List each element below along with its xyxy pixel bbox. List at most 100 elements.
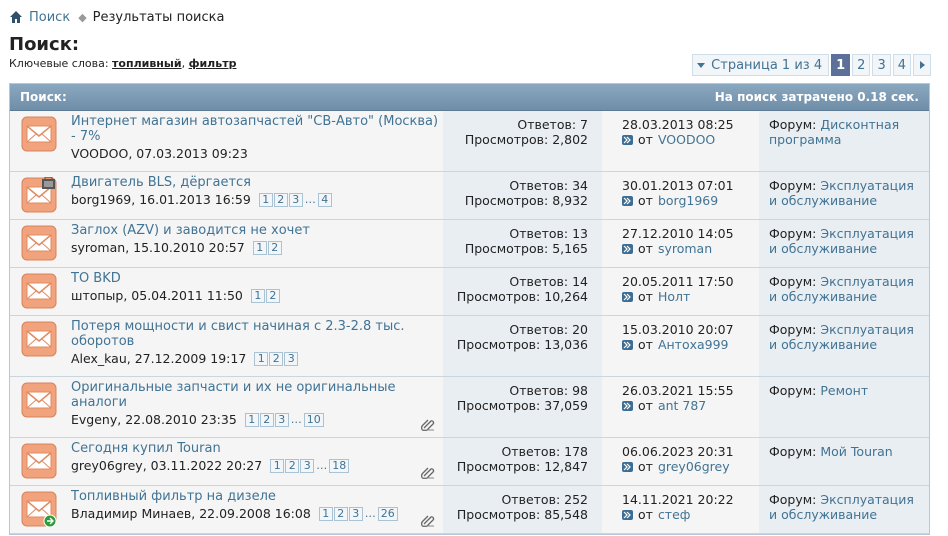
breadcrumb: Поиск ◆ Результаты поиска [9, 8, 224, 26]
keyword-2[interactable]: фильтр [189, 57, 237, 70]
thread-meta: grey06grey, 03.11.2022 20:27 1 2 3… 18 [71, 458, 439, 473]
thread-pages: 1 2 3… 18 [270, 458, 350, 473]
thread-last-page-link[interactable]: 4 [317, 192, 332, 207]
thread-title-link[interactable]: Интернет магазин автозапчастей "СВ-Авто"… [71, 114, 439, 144]
thread-title-cell: Заглох (AZV) и заводится не хочет syroman… [67, 220, 443, 267]
thread-meta: Evgeny, 22.08.2010 23:35 1 2 3… 10 [71, 412, 439, 427]
thread-author[interactable]: Evgeny [71, 412, 117, 427]
thread-page-link[interactable]: 2 [333, 506, 348, 521]
replies-count: 7 [580, 117, 588, 132]
next-page-button[interactable] [913, 54, 931, 76]
replies-count: 252 [564, 492, 588, 507]
last-post-cell: 26.03.2021 15:55 от ant 787 [602, 377, 759, 437]
goto-last-post-icon[interactable] [622, 509, 633, 520]
last-post-user-link[interactable]: grey06grey [658, 459, 730, 474]
last-post-user-link[interactable]: стеф [658, 507, 691, 522]
last-post-cell: 15.03.2010 20:07 от Антоха999 [602, 316, 759, 376]
last-post-user-link[interactable]: Антоха999 [658, 337, 729, 352]
thread-title-link[interactable]: ТО BKD [71, 271, 439, 286]
replies-label: Ответов: [509, 226, 569, 241]
last-post-date: 27.12.2010 14:05 [622, 226, 734, 241]
thread-date: 27.12.2009 19:17 [134, 351, 247, 366]
thread-author[interactable]: syroman [71, 240, 125, 255]
replies-count: 34 [572, 178, 588, 193]
envelope-icon [21, 116, 57, 156]
thread-author[interactable]: borg1969 [71, 192, 131, 207]
thread-row: Оригинальные запчасти и их не оригинальн… [10, 377, 929, 438]
thread-page-link[interactable]: 1 [250, 288, 265, 303]
home-icon[interactable] [9, 10, 23, 24]
thread-title-link[interactable]: Топливный фильтр на дизеле [71, 489, 439, 504]
goto-last-post-icon[interactable] [622, 400, 633, 411]
thread-title-cell: Интернет магазин автозапчастей "СВ-Авто"… [67, 111, 443, 171]
last-post-from-label: от [638, 132, 653, 147]
page-link-4[interactable]: 4 [892, 54, 911, 76]
last-post-user-link[interactable]: VOODOO [658, 132, 715, 147]
results-header: Поиск: На поиск затрачено 0.18 сек. [10, 84, 929, 111]
last-post-date: 14.11.2021 20:22 [622, 492, 734, 507]
breadcrumb-search-link[interactable]: Поиск [29, 10, 70, 25]
thread-date: 15.10.2010 20:57 [133, 240, 245, 255]
views-count: 13,036 [544, 337, 588, 352]
thread-author[interactable]: VOODOO [71, 146, 128, 161]
thread-last-page-link[interactable]: 26 [377, 506, 398, 521]
thread-status-cell [10, 268, 67, 315]
thread-date: 03.11.2022 20:27 [150, 458, 263, 473]
thread-last-page-link[interactable]: 10 [303, 412, 324, 427]
thread-page-link[interactable]: 3 [288, 192, 303, 207]
thread-page-link[interactable]: 2 [269, 351, 284, 366]
thread-page-link[interactable]: 1 [258, 192, 273, 207]
thread-last-page-link[interactable]: 18 [329, 458, 350, 473]
goto-last-post-icon[interactable] [622, 291, 633, 302]
last-post-date: 26.03.2021 15:55 [622, 383, 734, 398]
page-jump-dropdown[interactable]: Страница 1 из 4 [692, 54, 830, 76]
thread-page-link[interactable]: 2 [265, 288, 280, 303]
next-arrow-icon [919, 61, 925, 69]
thread-page-link[interactable]: 2 [285, 458, 300, 473]
last-post-user-link[interactable]: syroman [658, 241, 712, 256]
last-post-user-link[interactable]: ant 787 [658, 398, 706, 413]
last-post-from-label: от [638, 241, 653, 256]
goto-last-post-icon[interactable] [622, 461, 633, 472]
thread-page-link[interactable]: 1 [270, 458, 285, 473]
thread-page-link[interactable]: 2 [273, 192, 288, 207]
thread-meta: Alex_kau, 27.12.2009 19:17 1 2 3 [71, 351, 439, 366]
keyword-1[interactable]: топливный [112, 57, 182, 70]
goto-last-post-icon[interactable] [622, 243, 633, 254]
last-post-date: 28.03.2013 08:25 [622, 117, 734, 132]
goto-last-post-icon[interactable] [622, 195, 633, 206]
thread-title-link[interactable]: Потеря мощности и свист начиная с 2.3-2.… [71, 319, 439, 349]
thread-author[interactable]: штопыр [71, 288, 123, 303]
thread-pages: 1 2 3… 10 [244, 412, 324, 427]
forum-link[interactable]: Мой Touran [820, 444, 892, 459]
goto-last-post-icon[interactable] [622, 339, 633, 350]
thread-title-link[interactable]: Оригинальные запчасти и их не оригинальн… [71, 380, 439, 410]
thread-title-link[interactable]: Сегодня купил Touran [71, 441, 439, 456]
replies-count: 98 [572, 383, 588, 398]
thread-page-link[interactable]: 3 [284, 351, 299, 366]
thread-page-link[interactable]: 3 [300, 458, 315, 473]
goto-last-post-icon[interactable] [622, 134, 633, 145]
thread-author[interactable]: Alex_kau [71, 351, 127, 366]
thread-page-link[interactable]: 1 [318, 506, 333, 521]
thread-author[interactable]: Владимир Минаев [71, 506, 191, 521]
thread-page-link[interactable]: 1 [254, 351, 269, 366]
thread-title-link[interactable]: Двигатель BLS, дёргается [71, 175, 439, 190]
thread-page-link[interactable]: 2 [267, 240, 282, 255]
thread-page-link[interactable]: 3 [348, 506, 363, 521]
thread-title-link[interactable]: Заглох (AZV) и заводится не хочет [71, 223, 439, 238]
last-post-user-link[interactable]: borg1969 [658, 193, 718, 208]
thread-page-link[interactable]: 1 [252, 240, 267, 255]
last-post-cell: 27.12.2010 14:05 от syroman [602, 220, 759, 267]
thread-page-link[interactable]: 2 [259, 412, 274, 427]
page-link-2[interactable]: 2 [852, 54, 871, 76]
replies-count: 14 [572, 274, 588, 289]
thread-page-link[interactable]: 1 [244, 412, 259, 427]
forum-link[interactable]: Ремонт [820, 383, 868, 398]
thread-row: Заглох (AZV) и заводится не хочет syroman… [10, 220, 929, 268]
thread-author[interactable]: grey06grey [71, 458, 143, 473]
last-post-cell: 20.05.2011 17:50 от Нолт [602, 268, 759, 315]
thread-page-link[interactable]: 3 [274, 412, 289, 427]
last-post-user-link[interactable]: Нолт [658, 289, 690, 304]
page-link-3[interactable]: 3 [872, 54, 891, 76]
